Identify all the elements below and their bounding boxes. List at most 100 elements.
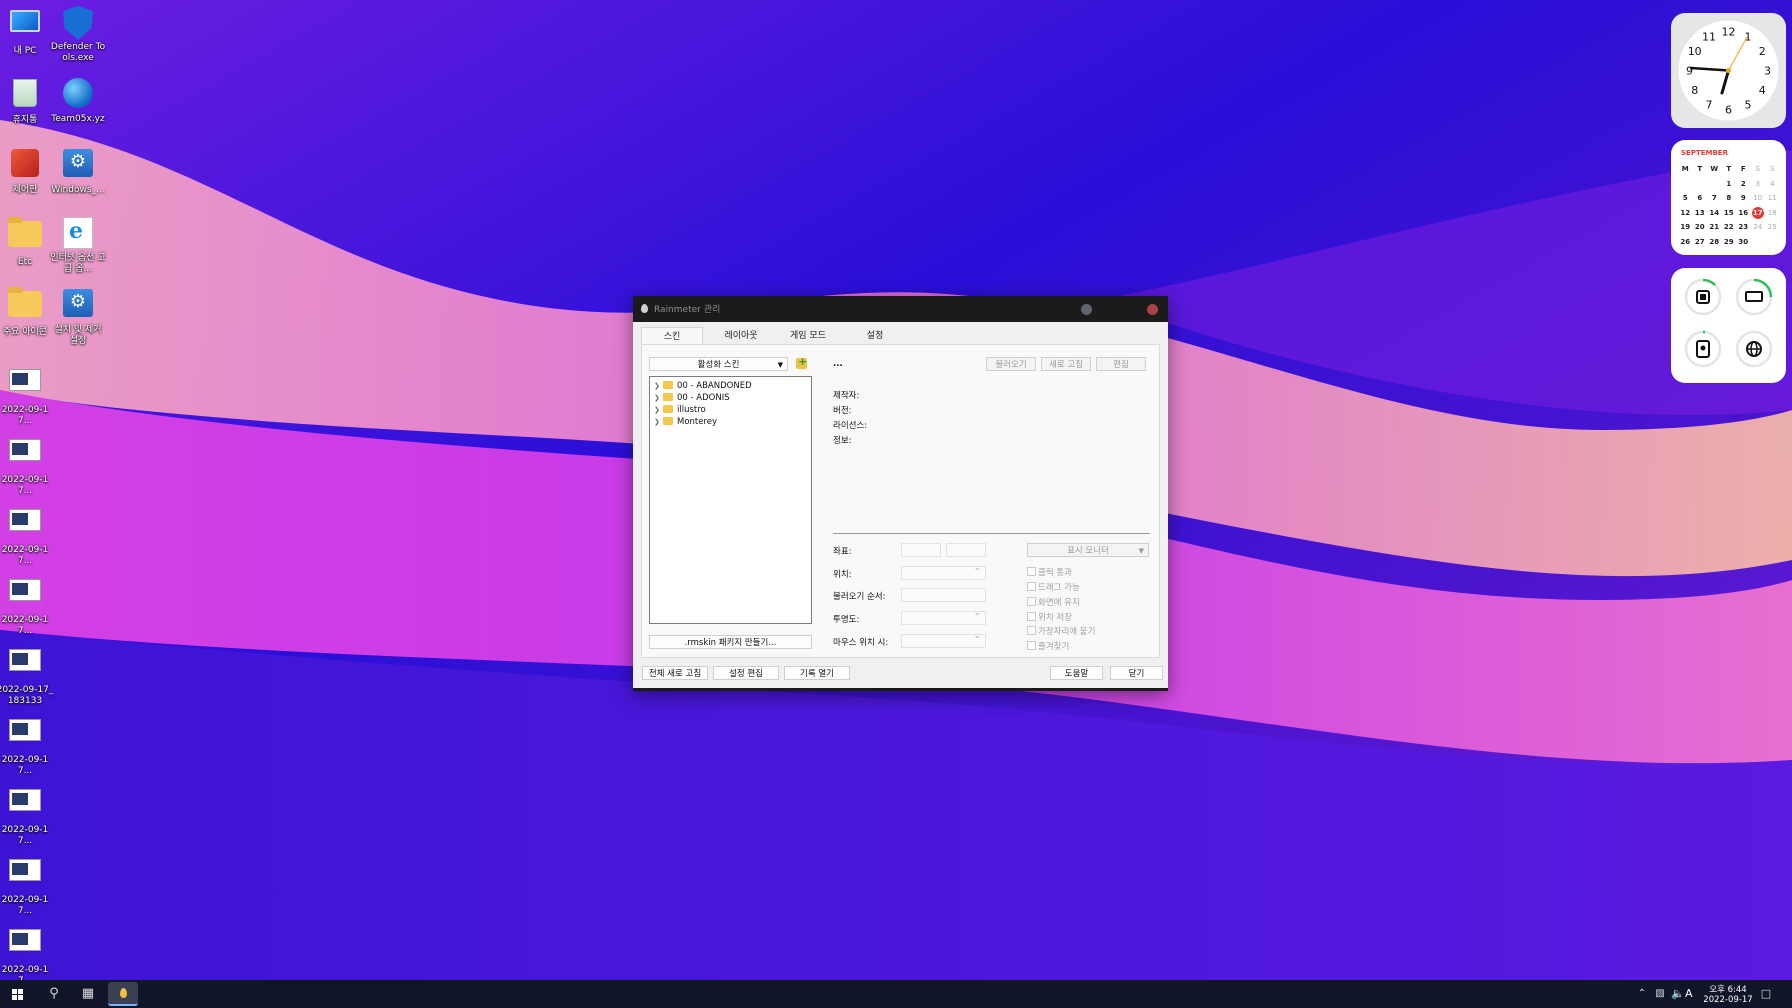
- calendar-day[interactable]: [1678, 177, 1693, 192]
- desktop-icon-etc-folder[interactable]: Etc: [0, 216, 54, 268]
- calendar-day[interactable]: [1765, 235, 1780, 250]
- rainmeter-manage-window[interactable]: Rainmeter 관리 스킨 레이아웃 게임 모드 설정 활성화 스킨 ▼ +…: [633, 296, 1168, 691]
- calendar-day[interactable]: 3: [1751, 177, 1766, 192]
- desktop-icon-defender-tools[interactable]: Defender Tools.exe: [49, 6, 107, 64]
- calendar-day[interactable]: 27: [1693, 235, 1708, 250]
- edit-button[interactable]: 편집: [1096, 357, 1146, 371]
- tab-game-mode[interactable]: 게임 모드: [778, 329, 838, 344]
- desktop-icon-install-remove[interactable]: 설치 및 제거 설정: [49, 286, 107, 347]
- search-icon[interactable]: ⚲: [40, 980, 68, 1008]
- skins-tree[interactable]: ❯ 00 - ABANDONED ❯ 00 - ADONIS ❯ illustro ❯…: [649, 376, 812, 624]
- start-button[interactable]: [4, 980, 32, 1008]
- refresh-button[interactable]: 새로 고침: [1041, 357, 1091, 371]
- calendar-day[interactable]: 15: [1722, 206, 1737, 221]
- create-rmskin-button[interactable]: .rmskin 패키지 만들기...: [649, 635, 812, 649]
- desktop-icon-control-panel[interactable]: 제어판: [0, 146, 54, 196]
- calendar-day[interactable]: 7: [1707, 191, 1722, 206]
- desktop-icon-screenshot[interactable]: 2022-09-17...: [0, 433, 54, 497]
- desktop-icon-screenshot[interactable]: 2022-09-17...: [0, 783, 54, 847]
- calendar-day[interactable]: 9: [1736, 191, 1751, 206]
- x-coordinate-input[interactable]: [901, 543, 941, 557]
- calendar-day[interactable]: 1: [1722, 177, 1737, 192]
- calendar-day[interactable]: 12: [1678, 206, 1693, 221]
- on-hover-dropdown[interactable]: [901, 631, 986, 648]
- calendar-day[interactable]: 22: [1722, 220, 1737, 235]
- desktop-icon-screenshot[interactable]: 2022-09-17...: [0, 853, 54, 917]
- checkbox-keep-on-screen[interactable]: 화면에 유지: [1027, 596, 1080, 608]
- calendar-day[interactable]: 20: [1693, 220, 1708, 235]
- calendar-day[interactable]: 2: [1736, 177, 1751, 192]
- desktop-icon-screenshot[interactable]: 2022-09-17...: [0, 713, 54, 777]
- calendar-day[interactable]: 10: [1751, 191, 1766, 206]
- desktop-icon-screenshot[interactable]: 2022-09-17...: [0, 923, 54, 987]
- load-button[interactable]: 불러오기: [986, 357, 1036, 371]
- active-skins-dropdown[interactable]: 활성화 스킨 ▼: [649, 357, 788, 371]
- help-button[interactable]: 도움말: [1050, 666, 1103, 680]
- notification-icon[interactable]: □: [1752, 980, 1780, 1008]
- tab-layouts[interactable]: 레이아웃: [711, 329, 771, 344]
- calendar-day[interactable]: 8: [1722, 191, 1737, 206]
- calendar-day[interactable]: [1751, 235, 1766, 250]
- clock-widget[interactable]: 12 1 2 3 4 5 6 7 8 9 10 11: [1671, 13, 1786, 128]
- system-monitor-widget[interactable]: [1671, 268, 1786, 383]
- tree-item[interactable]: ❯ illustro: [654, 404, 706, 416]
- calendar-day[interactable]: [1693, 177, 1708, 192]
- desktop-icon-team05[interactable]: Team05x.yz: [49, 76, 107, 125]
- window-titlebar[interactable]: Rainmeter 관리: [633, 296, 1168, 322]
- desktop-icon-screenshot[interactable]: 2022-09-17...: [0, 503, 54, 567]
- tab-settings[interactable]: 설정: [845, 329, 905, 344]
- tree-item[interactable]: ❯ Monterey: [654, 416, 717, 428]
- load-order-input[interactable]: [901, 588, 986, 602]
- calendar-day[interactable]: 23: [1736, 220, 1751, 235]
- calendar-day[interactable]: 11: [1765, 191, 1780, 206]
- tray-time[interactable]: 오후 6:44: [1700, 983, 1756, 995]
- taskbar-rainmeter-icon[interactable]: [108, 982, 138, 1006]
- calendar-day[interactable]: 30: [1736, 235, 1751, 250]
- tree-item[interactable]: ❯ 00 - ADONIS: [654, 392, 730, 404]
- tray-date[interactable]: 2022-09-17: [1700, 995, 1756, 1005]
- add-skin-icon[interactable]: +: [796, 355, 807, 369]
- desktop-icon-main-folder[interactable]: 주요 아이콘: [0, 286, 54, 338]
- calendar-day[interactable]: 4: [1765, 177, 1780, 192]
- checkbox-favorite[interactable]: 즐겨찾기: [1027, 640, 1069, 652]
- calendar-day[interactable]: 29: [1722, 235, 1737, 250]
- calendar-today[interactable]: 17: [1751, 206, 1766, 221]
- calendar-day[interactable]: [1707, 177, 1722, 192]
- minimize-button[interactable]: [1081, 304, 1092, 315]
- calendar-day[interactable]: 24: [1751, 220, 1766, 235]
- close-button[interactable]: [1147, 304, 1158, 315]
- calendar-day[interactable]: 26: [1678, 235, 1693, 250]
- edit-settings-button[interactable]: 설정 편집: [713, 666, 779, 680]
- calendar-day[interactable]: 18: [1765, 206, 1780, 221]
- task-view-icon[interactable]: ▦: [74, 980, 102, 1008]
- calendar-day[interactable]: 6: [1693, 191, 1708, 206]
- calendar-day[interactable]: 25: [1765, 220, 1780, 235]
- desktop-icon-screenshot[interactable]: 2022-09-17_183133: [0, 643, 54, 707]
- calendar-day[interactable]: 28: [1707, 235, 1722, 250]
- ime-indicator[interactable]: A: [1685, 987, 1693, 1000]
- y-coordinate-input[interactable]: [946, 543, 986, 557]
- refresh-all-button[interactable]: 전체 새로 고침: [642, 666, 708, 680]
- desktop-icon-windows-settings[interactable]: Windows_...: [49, 146, 107, 196]
- checkbox-draggable[interactable]: 드래그 가능: [1027, 581, 1080, 593]
- desktop-icon-recycle-bin[interactable]: 휴지통: [0, 76, 54, 126]
- tree-item[interactable]: ❯ 00 - ABANDONED: [654, 380, 752, 392]
- position-dropdown[interactable]: [901, 563, 986, 580]
- transparency-dropdown[interactable]: [901, 608, 986, 625]
- calendar-day[interactable]: 19: [1678, 220, 1693, 235]
- desktop-icon-screenshot[interactable]: 2022-09-17...: [0, 573, 54, 637]
- desktop-icon-screenshot[interactable]: 2022-09-17...: [0, 363, 54, 427]
- checkbox-snap-to-edges[interactable]: 가장자리에 붙기: [1027, 625, 1095, 637]
- calendar-day[interactable]: 13: [1693, 206, 1708, 221]
- calendar-widget[interactable]: SEPTEMBER M T W T F S S 1 2 3 4 5 6 7 8 9 10 11 12 13 14 15 16…: [1671, 140, 1786, 255]
- desktop-icon-my-pc[interactable]: 내 PC: [0, 6, 54, 57]
- calendar-day[interactable]: 21: [1707, 220, 1722, 235]
- checkbox-save-position[interactable]: 위치 저장: [1027, 611, 1072, 623]
- open-log-button[interactable]: 기록 열기: [784, 666, 850, 680]
- calendar-day[interactable]: 14: [1707, 206, 1722, 221]
- display-monitor-dropdown[interactable]: 표시 모니터 ▼: [1027, 543, 1149, 557]
- checkbox-click-through[interactable]: 클릭 통과: [1027, 566, 1072, 578]
- calendar-day[interactable]: 16: [1736, 206, 1751, 221]
- desktop-icon-internet-options[interactable]: 인터넷 옵션 고급 옵...: [49, 216, 107, 275]
- calendar-day[interactable]: 5: [1678, 191, 1693, 206]
